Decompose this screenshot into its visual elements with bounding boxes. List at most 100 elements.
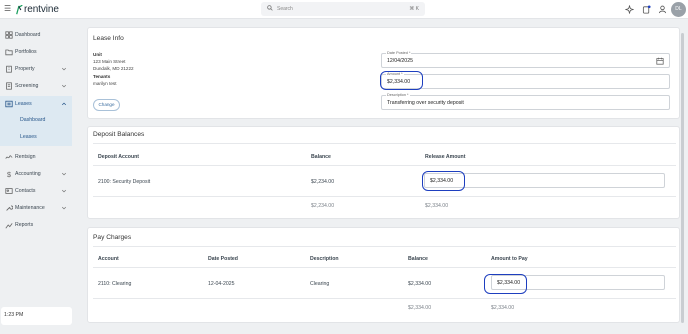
- deposit-balance: $2,234.00: [311, 179, 335, 185]
- amount-highlight: [380, 71, 423, 90]
- divider: [93, 165, 676, 166]
- wrench-icon: [6, 205, 13, 211]
- search-shortcut: ⌘ K: [409, 6, 419, 12]
- column-header: Date Posted: [208, 256, 238, 262]
- unit-address-line2: Dundalk, MD 21222: [93, 66, 134, 71]
- total-release: $2,334.00: [425, 203, 449, 209]
- column-header: Deposit Account: [98, 154, 140, 160]
- sidebar-item-screening[interactable]: Screening: [0, 78, 75, 94]
- sidebar-subitem-dashboard[interactable]: Dashboard: [20, 117, 45, 123]
- column-header: Account: [98, 256, 119, 262]
- sidebar-item-label: Dashboard: [15, 32, 41, 38]
- unit-address-line1: 123 Main Street: [93, 59, 126, 64]
- pay-charges-card: Pay Charges Account Date Posted Descript…: [87, 227, 680, 323]
- search-placeholder: Search: [277, 6, 293, 12]
- date-posted-field[interactable]: Date Posted * 12/04/2025: [381, 51, 670, 68]
- chevron-down-icon: [61, 67, 67, 71]
- chart-icon: [5, 223, 13, 229]
- chevron-down-icon: [61, 189, 67, 193]
- charge-account: 2110: Clearing: [98, 281, 132, 287]
- document-icon: [6, 82, 12, 90]
- column-header: Balance: [408, 256, 428, 262]
- sidebar-item-rentsign[interactable]: Rentsign: [0, 149, 75, 165]
- calendar-icon[interactable]: [656, 57, 664, 65]
- chevron-up-icon: [61, 102, 67, 106]
- total-amount-to-pay: $2,334.00: [491, 305, 515, 311]
- total-balance: $2,234.00: [311, 203, 335, 209]
- total-balance: $2,334.00: [408, 305, 432, 311]
- notification-icon[interactable]: [642, 5, 651, 14]
- sidebar-item-maintenance[interactable]: Maintenance: [0, 200, 75, 216]
- description-value: Transferring over security deposit: [387, 100, 464, 106]
- divider: [93, 267, 676, 268]
- date-posted-value: 12/04/2025: [387, 58, 413, 64]
- amount-to-pay-highlight: [484, 274, 527, 294]
- card-title: Lease Info: [93, 35, 124, 42]
- tenants-label: Tenants: [93, 74, 111, 79]
- divider: [93, 298, 676, 299]
- sidebar-subitem-leases[interactable]: Leases: [20, 134, 37, 140]
- sidebar-item-label: Maintenance: [15, 205, 45, 211]
- description-field[interactable]: Description * Transferring over security…: [381, 93, 670, 110]
- menu-icon[interactable]: ☰: [4, 5, 11, 13]
- sidebar-item-reports[interactable]: Reports: [0, 217, 75, 233]
- sidebar-item-property[interactable]: Property: [0, 61, 75, 77]
- charge-balance: $2,334.00: [408, 281, 432, 287]
- building-icon: [6, 65, 12, 73]
- sidebar-item-label: Screening: [15, 83, 39, 89]
- tenant-name: marilyn test: [93, 81, 117, 86]
- leases-icon: [5, 100, 13, 108]
- sidebar-item-portfolios[interactable]: Portfolios: [0, 44, 75, 60]
- card-title: Pay Charges: [93, 234, 132, 241]
- contacts-icon: [5, 188, 13, 194]
- sidebar-item-label: Accounting: [15, 171, 41, 177]
- sidebar-item-label: Rentsign: [15, 154, 36, 160]
- column-header: Amount to Pay: [491, 256, 528, 262]
- sidebar-item-label: Leases: [15, 101, 32, 107]
- release-amount-highlight: [422, 171, 465, 191]
- divider: [93, 196, 676, 197]
- description-label: Description *: [386, 93, 410, 97]
- deposit-balances-card: Deposit Balances Deposit Account Balance…: [87, 126, 680, 219]
- sidebar-item-dashboard[interactable]: Dashboard: [0, 27, 75, 43]
- sidebar-item-label: Portfolios: [15, 49, 37, 55]
- change-button[interactable]: Change: [93, 99, 120, 111]
- sidebar-item-leases[interactable]: Leases: [0, 96, 75, 112]
- sidebar: Dashboard Portfolios Property Screening …: [0, 19, 75, 334]
- amount-field[interactable]: Amount * $2,334.00: [381, 72, 670, 89]
- avatar[interactable]: DL: [671, 2, 686, 17]
- grid-icon: [5, 31, 13, 39]
- divider: [93, 143, 676, 144]
- chevron-down-icon: [61, 172, 67, 176]
- chevron-down-icon: [61, 84, 67, 88]
- sidebar-item-label: Contacts: [15, 188, 36, 194]
- date-posted-label: Date Posted *: [386, 51, 412, 55]
- folder-icon: [5, 49, 13, 56]
- unit-label: Unit: [93, 52, 102, 57]
- search-icon: [267, 5, 273, 11]
- signature-icon: [5, 155, 13, 159]
- charge-date: 12-04-2025: [208, 281, 235, 287]
- divider: [93, 246, 676, 247]
- search-input[interactable]: Search ⌘ K: [261, 2, 425, 16]
- brand-name: rentvine: [24, 4, 59, 15]
- scrollbar[interactable]: [681, 33, 684, 323]
- column-header: Release Amount: [425, 154, 466, 160]
- sidebar-item-label: Reports: [15, 222, 34, 228]
- column-header: Description: [310, 256, 339, 262]
- sidebar-item-contacts[interactable]: Contacts: [0, 183, 75, 199]
- dollar-icon: $: [7, 170, 11, 178]
- card-title: Deposit Balances: [93, 131, 145, 138]
- rentvine-logo-icon: [16, 4, 23, 14]
- chevron-down-icon: [61, 206, 67, 210]
- top-bar: ☰ rentvine Search ⌘ K DL: [0, 0, 688, 19]
- clock-widget: 1:23 PM: [1, 307, 72, 325]
- svg-text:$: $: [7, 170, 11, 178]
- deposit-account: 2100: Security Deposit: [98, 179, 151, 185]
- column-header: Balance: [311, 154, 331, 160]
- sidebar-item-accounting[interactable]: $ Accounting: [0, 166, 75, 182]
- sidebar-item-label: Property: [15, 66, 35, 72]
- logo[interactable]: rentvine: [16, 4, 59, 15]
- sparkle-icon[interactable]: [625, 5, 634, 14]
- user-icon[interactable]: [658, 5, 667, 14]
